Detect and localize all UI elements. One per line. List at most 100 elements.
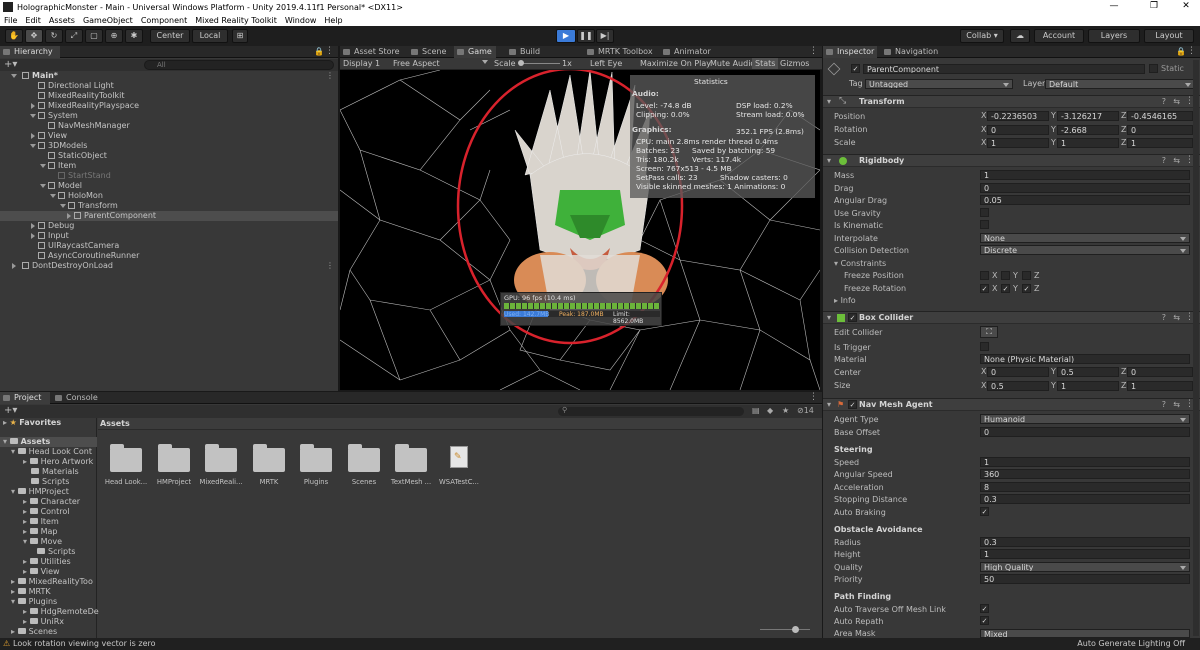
lock-icon[interactable]: 🔒: [1176, 47, 1186, 56]
tab-inspector[interactable]: Inspector: [823, 46, 877, 58]
constraints-label[interactable]: ▾ Constraints: [834, 258, 886, 269]
hierarchy-item-disabled[interactable]: StartStand: [58, 171, 111, 181]
hierarchy-item[interactable]: StaticObject: [48, 151, 107, 161]
rect-tool-icon[interactable]: ▢: [85, 29, 103, 43]
project-tree-item[interactable]: Scripts: [31, 477, 69, 487]
nav-agent-enabled-checkbox[interactable]: ✓: [848, 400, 857, 409]
rigidbody-header[interactable]: ▾ Rigidbody ? ⇆ ⋮: [823, 154, 1200, 167]
cloud-icon[interactable]: ☁: [1010, 29, 1030, 43]
display-dropdown[interactable]: Display 1: [343, 59, 380, 68]
size-z-field[interactable]: 1: [1127, 381, 1193, 391]
minimize-button[interactable]: —: [1100, 0, 1128, 14]
eye-dropdown[interactable]: Left Eye: [590, 59, 622, 68]
project-tree-item[interactable]: ▾ Plugins: [11, 597, 57, 607]
hierarchy-item[interactable]: Input: [31, 231, 69, 241]
script-file-icon[interactable]: ✎: [450, 446, 468, 468]
freeze-pos-z-checkbox[interactable]: [1022, 271, 1031, 280]
project-tree-item[interactable]: ▾ Assets: [3, 437, 50, 447]
edit-collider-button[interactable]: ⛶: [980, 326, 998, 338]
project-tree-item[interactable]: ▸ Scenes: [11, 627, 57, 637]
area-mask-dropdown[interactable]: Mixed: [980, 629, 1190, 638]
tab-animator[interactable]: Animator: [660, 46, 711, 58]
gizmos-dropdown[interactable]: Gizmos: [780, 59, 809, 68]
angular-speed-field[interactable]: 360: [980, 469, 1190, 479]
maximize-on-play-toggle[interactable]: Maximize On Play: [640, 59, 711, 68]
pivot-local-button[interactable]: Local: [192, 29, 228, 43]
kebab-menu-icon[interactable]: ⋮: [325, 46, 334, 56]
project-tree-item[interactable]: ▸ MixedRealityToo: [11, 577, 93, 587]
kebab-menu-icon[interactable]: ⋮: [809, 392, 818, 402]
move-tool-icon[interactable]: ✥: [25, 29, 43, 43]
game-view[interactable]: Statistics Audio: Level: -74.8 dB DSP lo…: [340, 70, 820, 390]
hierarchy-item[interactable]: HoloMon: [50, 191, 103, 201]
tab-hierarchy[interactable]: Hierarchy: [0, 46, 60, 58]
hierarchy-item[interactable]: 3DModels: [30, 141, 87, 151]
hierarchy-item[interactable]: Transform: [60, 201, 118, 211]
menu-component[interactable]: Component: [137, 16, 191, 25]
icon-size-slider-handle[interactable]: [792, 626, 799, 633]
project-tree-item[interactable]: ▸ Map: [23, 527, 57, 537]
folder-icon[interactable]: [395, 444, 427, 472]
account-dropdown[interactable]: Account: [1034, 29, 1084, 43]
material-field[interactable]: None (Physic Material): [980, 354, 1190, 364]
help-icon[interactable]: ?: [1162, 313, 1166, 322]
aspect-dropdown[interactable]: Free Aspect: [393, 59, 440, 68]
mass-field[interactable]: 1: [980, 170, 1190, 180]
preset-icon[interactable]: ⇆: [1173, 313, 1180, 322]
scale-z-field[interactable]: 1: [1127, 138, 1193, 148]
kebab-menu-icon[interactable]: ⋮: [1187, 46, 1196, 56]
scale-y-field[interactable]: 1: [1057, 138, 1119, 148]
pivot-center-button[interactable]: Center: [150, 29, 190, 43]
project-tree-item[interactable]: ▸ Control: [23, 507, 69, 517]
static-checkbox[interactable]: [1149, 64, 1158, 73]
center-z-field[interactable]: 0: [1127, 367, 1193, 377]
radius-field[interactable]: 0.3: [980, 537, 1190, 547]
menu-mrtk[interactable]: Mixed Reality Toolkit: [191, 16, 281, 25]
assets-breadcrumb-label[interactable]: Assets: [100, 419, 130, 428]
hierarchy-item[interactable]: System: [30, 111, 78, 121]
nav-mesh-agent-header[interactable]: ▾ ⚑ ✓ Nav Mesh Agent ? ⇆ ⋮: [823, 398, 1200, 411]
center-x-field[interactable]: 0: [987, 367, 1049, 377]
project-tree-item[interactable]: ▸ Item: [23, 517, 59, 527]
project-tree-item[interactable]: ▸ HdgRemoteDe: [23, 607, 99, 617]
tab-game[interactable]: Game: [454, 46, 496, 58]
hierarchy-item-dontdestroy[interactable]: DontDestroyOnLoad ⋮: [12, 261, 338, 271]
close-button[interactable]: ✕: [1172, 0, 1200, 14]
auto-braking-checkbox[interactable]: ✓: [980, 507, 989, 516]
size-x-field[interactable]: 0.5: [987, 381, 1049, 391]
lock-icon[interactable]: 🔒: [314, 47, 324, 56]
agent-type-dropdown[interactable]: Humanoid: [980, 414, 1190, 424]
hierarchy-item[interactable]: MixedRealityToolkit: [38, 91, 124, 101]
use-gravity-checkbox[interactable]: [980, 208, 989, 217]
folder-icon[interactable]: [158, 444, 190, 472]
freeze-rot-x-checkbox[interactable]: ✓: [980, 284, 989, 293]
icon-size-slider[interactable]: [760, 629, 810, 630]
hierarchy-item[interactable]: UIRaycastCamera: [38, 241, 119, 251]
project-tree-item[interactable]: ▸ MRTK: [11, 587, 51, 597]
tab-navigation[interactable]: Navigation: [881, 46, 941, 58]
scale-slider[interactable]: [520, 63, 560, 64]
play-button[interactable]: ▶: [556, 29, 576, 43]
hierarchy-item[interactable]: View: [31, 131, 67, 141]
is-trigger-checkbox[interactable]: [980, 342, 989, 351]
tab-mrtk-toolbox[interactable]: MRTK Toolbox: [584, 46, 654, 58]
custom-tool-icon[interactable]: ✱: [125, 29, 143, 43]
scale-x-field[interactable]: 1: [987, 138, 1049, 148]
preset-icon[interactable]: ⇆: [1173, 156, 1180, 165]
hierarchy-item[interactable]: NavMeshManager: [48, 121, 130, 131]
maximize-button[interactable]: ❐: [1140, 0, 1168, 14]
rotation-x-field[interactable]: 0: [987, 125, 1049, 135]
folder-icon[interactable]: [300, 444, 332, 472]
project-search-input[interactable]: ⚲: [558, 406, 744, 416]
menu-file[interactable]: File: [0, 16, 21, 25]
help-icon[interactable]: ?: [1162, 400, 1166, 409]
project-tree-item[interactable]: ▸ Character: [23, 497, 80, 507]
height-field[interactable]: 1: [980, 549, 1190, 559]
menu-edit[interactable]: Edit: [21, 16, 45, 25]
layer-dropdown[interactable]: Default: [1045, 79, 1195, 89]
layout-dropdown[interactable]: Layout: [1144, 29, 1194, 43]
mute-audio-toggle[interactable]: Mute Audio: [710, 59, 755, 68]
hierarchy-item[interactable]: Directional Light: [38, 81, 114, 91]
rotate-tool-icon[interactable]: ↻: [45, 29, 63, 43]
base-offset-field[interactable]: 0: [980, 427, 1190, 437]
